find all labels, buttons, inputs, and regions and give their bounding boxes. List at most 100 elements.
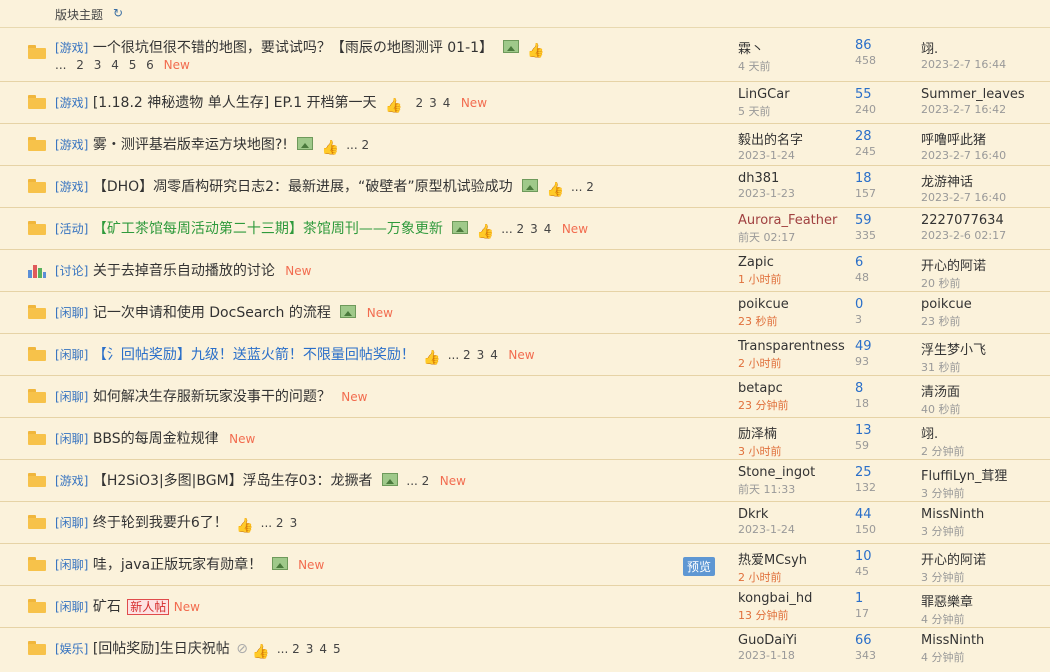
last-post-time[interactable]: 2 分钟前 [921, 443, 965, 459]
last-poster-link[interactable]: 清汤面 [921, 381, 961, 400]
category-link[interactable]: [讨论] [55, 264, 88, 278]
last-post-time[interactable]: 4 分钟前 [921, 611, 973, 627]
thread-title-link[interactable]: 【DHO】凋零盾构研究日志2：最新进展，“破壁者”原型机试验成功 [93, 179, 513, 195]
page-link[interactable]: 4 [111, 58, 119, 72]
last-post-time[interactable]: 2023-2-7 16:42 [921, 103, 1025, 116]
category-link[interactable]: [闲聊] [55, 390, 88, 404]
category-link[interactable]: [闲聊] [55, 600, 88, 614]
preview-button[interactable]: 预览 [683, 557, 716, 576]
last-post-time[interactable]: 3 分钟前 [921, 485, 1007, 501]
thread-title-link[interactable]: 【氵回帖奖励】九级！送蓝火箭！不限量回帖奖励！ [93, 347, 415, 363]
thread-title-link[interactable]: 【矿工茶馆每周活动第二十三期】茶馆周刊——万象更新 [93, 221, 443, 237]
refresh-icon[interactable]: ↻ [113, 6, 123, 20]
thread-title-link[interactable]: 一个很坑但很不错的地图，要试试吗？【雨辰の地图测评 01-1】 [93, 40, 493, 56]
category-link[interactable]: [游戏] [55, 180, 88, 194]
thread-title-link[interactable]: 记一次申请和使用 DocSearch 的流程 [93, 305, 331, 321]
last-poster-link[interactable]: Summer_leaves [921, 87, 1025, 102]
category-link[interactable]: [娱乐] [55, 642, 88, 656]
last-post-time[interactable]: 3 分钟前 [921, 523, 984, 539]
page-link[interactable]: 5 [129, 58, 137, 72]
page-link[interactable]: 4 [443, 96, 451, 110]
author-link[interactable]: Dkrk [738, 507, 795, 522]
page-link[interactable]: 2 [76, 58, 84, 72]
last-poster-link[interactable]: 2227077634 [921, 213, 1006, 228]
thread-title-link[interactable]: [1.18.2 神秘遗物 单人生存] EP.1 开档第一天 [93, 95, 377, 111]
thread-title-link[interactable]: 终于轮到我要升6了！ [93, 515, 228, 531]
category-link[interactable]: [闲聊] [55, 348, 88, 362]
author-link[interactable]: 霖丶 [738, 38, 771, 57]
last-post-time[interactable]: 3 分钟前 [921, 569, 986, 585]
last-post-time[interactable]: 2023-2-7 16:40 [921, 149, 1006, 162]
thread-title-link[interactable]: 哇，java正版玩家有勋章！ [93, 557, 262, 573]
category-link[interactable]: [闲聊] [55, 516, 88, 530]
last-post-time[interactable]: 2023-2-7 16:40 [921, 191, 1006, 204]
thread-title-link[interactable]: 矿石 [93, 599, 121, 615]
last-poster-link[interactable]: MissNinth [921, 633, 984, 648]
page-link[interactable]: ... [55, 58, 66, 72]
thread-title-link[interactable]: 如何解决生存服新玩家没事干的问题？ [93, 389, 331, 405]
author-link[interactable]: kongbai_hd [738, 591, 812, 606]
author-link[interactable]: Stone_ingot [738, 465, 815, 480]
page-link[interactable]: 2 [415, 96, 423, 110]
page-link[interactable]: 2 [422, 474, 430, 488]
last-post-time[interactable]: 31 秒前 [921, 359, 986, 375]
category-link[interactable]: [闲聊] [55, 432, 88, 446]
category-link[interactable]: [游戏] [55, 474, 88, 488]
author-link[interactable]: dh381 [738, 171, 795, 186]
last-post-time[interactable]: 2023-2-7 16:44 [921, 58, 1006, 71]
category-link[interactable]: [游戏] [55, 41, 88, 55]
last-post-time[interactable]: 20 秒前 [921, 275, 986, 291]
category-link[interactable]: [闲聊] [55, 558, 88, 572]
page-link[interactable]: 3 [306, 642, 314, 656]
category-link[interactable]: [游戏] [55, 138, 88, 152]
page-link[interactable]: 3 [429, 96, 437, 110]
author-link[interactable]: Zapic [738, 255, 782, 270]
thread-title-link[interactable]: 雾・测评基岩版幸运方块地图?! [93, 137, 288, 153]
last-post-time[interactable]: 40 秒前 [921, 401, 961, 417]
last-poster-link[interactable]: 翊. [921, 38, 1006, 57]
last-poster-link[interactable]: 龙游神话 [921, 171, 1006, 190]
last-poster-link[interactable]: 浮生梦小飞 [921, 339, 986, 358]
thread-title-link[interactable]: BBS的每周金粒规律 [93, 431, 219, 447]
last-poster-link[interactable]: 开心的阿诺 [921, 549, 986, 568]
author-link[interactable]: Transparentness [738, 339, 845, 354]
page-link[interactable]: 4 [319, 642, 327, 656]
last-post-time[interactable]: 23 秒前 [921, 313, 972, 329]
page-link[interactable]: 2 [292, 642, 300, 656]
last-poster-link[interactable]: FluffiLyn_茸狸 [921, 465, 1007, 484]
page-link[interactable]: 5 [333, 642, 341, 656]
thread-title-link[interactable]: 【H2SiO3|多图|BGM】浮岛生存03：龙撅者 [93, 473, 373, 489]
author-link[interactable]: GuoDaiYi [738, 633, 797, 648]
last-poster-link[interactable]: MissNinth [921, 507, 984, 522]
last-poster-link[interactable]: poikcue [921, 297, 972, 312]
page-link[interactable]: 3 [530, 222, 538, 236]
author-link[interactable]: Aurora_Feather [738, 213, 837, 228]
page-link[interactable]: 4 [544, 222, 552, 236]
page-link[interactable]: 2 [516, 222, 524, 236]
author-link[interactable]: 励泽楠 [738, 423, 782, 442]
page-link[interactable]: 3 [290, 516, 298, 530]
page-link[interactable]: 4 [490, 348, 498, 362]
page-link[interactable]: 3 [477, 348, 485, 362]
category-link[interactable]: [闲聊] [55, 306, 88, 320]
page-link[interactable]: 2 [463, 348, 471, 362]
last-poster-link[interactable]: 呼噜呼此猪 [921, 129, 1006, 148]
page-link[interactable]: 2 [276, 516, 284, 530]
last-poster-link[interactable]: 罪惡樂章 [921, 591, 973, 610]
page-link[interactable]: 2 [362, 138, 370, 152]
author-link[interactable]: LinGCar [738, 87, 790, 102]
thread-title-link[interactable]: 关于去掉音乐自动播放的讨论 [93, 263, 275, 279]
page-link[interactable]: 6 [146, 58, 154, 72]
last-post-time[interactable]: 4 分钟前 [921, 649, 984, 665]
category-link[interactable]: [活动] [55, 222, 88, 236]
last-poster-link[interactable]: 开心的阿诺 [921, 255, 986, 274]
page-link[interactable]: 3 [94, 58, 102, 72]
thread-title-link[interactable]: [回帖奖励]生日庆祝帖 [93, 641, 230, 657]
author-link[interactable]: 热爱MCsyh [738, 549, 807, 568]
author-link[interactable]: betapc [738, 381, 789, 396]
page-link[interactable]: 2 [586, 180, 594, 194]
last-post-time[interactable]: 2023-2-6 02:17 [921, 229, 1006, 242]
author-link[interactable]: 毅出的名字 [738, 129, 803, 148]
category-link[interactable]: [游戏] [55, 96, 88, 110]
author-link[interactable]: poikcue [738, 297, 789, 312]
